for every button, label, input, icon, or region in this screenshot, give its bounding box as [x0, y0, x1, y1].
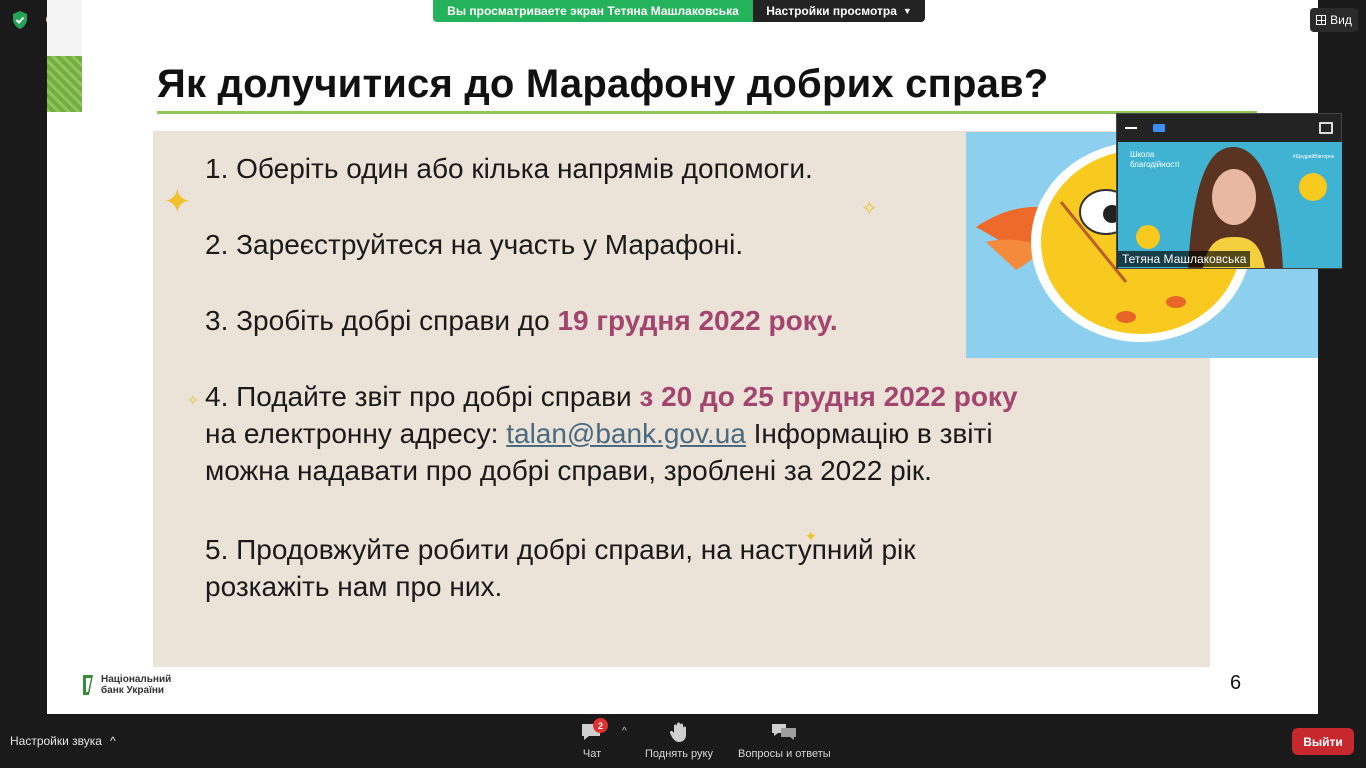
green-pattern-decoration [47, 56, 82, 112]
view-button-label: Вид [1330, 13, 1352, 27]
chat-label: Чат [582, 748, 602, 760]
chat-badge: 2 [593, 718, 608, 733]
qa-button[interactable]: Вопросы и ответы [738, 720, 831, 760]
raise-hand-button[interactable]: Поднять руку [645, 720, 713, 760]
chevron-up-icon[interactable]: ^ [622, 726, 627, 737]
step-4-dates: з 20 до 25 грудня 2022 року [639, 381, 1018, 412]
participant-name-tag: Тетяна Машлаковська [1118, 251, 1251, 267]
step-5: 5. Продовжуйте робити добрі справи, на н… [205, 531, 916, 605]
step-3-text: 3. Зробіть добрі справи до [205, 305, 558, 336]
participant-avatar-icon [1136, 147, 1327, 268]
chat-button[interactable]: 2 Чат [580, 718, 608, 760]
step-3-deadline: 19 грудня 2022 року. [557, 305, 838, 336]
qa-label: Вопросы и ответы [738, 748, 831, 760]
logo-line-2: банк України [101, 685, 165, 696]
slide-page-number: 6 [1230, 672, 1242, 694]
step-1: 1. Оберіть один або кілька напрямів допо… [205, 153, 813, 184]
video-window-header [1117, 114, 1341, 142]
raise-hand-icon [669, 722, 686, 742]
step-4-info: Інформацію в звіті [745, 418, 993, 449]
view-button[interactable]: Вид [1310, 8, 1358, 32]
logo-line-1: Національний [101, 674, 172, 685]
participant-video-feed: Школа благодійності #ЩедрийВівторок [1118, 142, 1342, 268]
chevron-down-icon: ▼ [902, 6, 912, 16]
raise-hand-label: Поднять руку [645, 748, 713, 760]
title-underline [157, 111, 1257, 114]
email-link[interactable]: talan@bank.gov.ua [506, 418, 746, 449]
step-5-line2: розкажіть нам про них. [205, 571, 503, 602]
view-options-dropdown[interactable]: Настройки просмотра ▼ [753, 0, 925, 22]
expand-icon[interactable] [1319, 122, 1333, 134]
slide-title: Як долучитися до Марафону добрих справ? [157, 62, 1049, 106]
participant-video-window[interactable]: Школа благодійності #ЩедрийВівторок Тетя… [1116, 113, 1342, 269]
slide-corner-decoration [47, 0, 82, 56]
chevron-up-icon: ^ [109, 734, 116, 748]
audio-settings-label: Настройки звука [10, 734, 102, 748]
screen-share-banner: Вы просматриваете экран Тетяна Машлаковс… [433, 0, 753, 22]
sparkle-icon: ✧ [861, 198, 878, 220]
step-4-line3: можна надавати про добрі справи, зроблен… [205, 455, 932, 486]
step-5-line1: 5. Продовжуйте робити добрі справи, на н… [205, 534, 916, 565]
speaker-view-icon[interactable] [1153, 124, 1165, 132]
sparkle-icon: ✧ [187, 392, 199, 408]
minimize-icon[interactable] [1125, 127, 1137, 129]
shield-icon[interactable] [10, 10, 30, 30]
sparkle-icon: ✦ [163, 183, 192, 221]
step-3: 3. Зробіть добрі справи до 19 грудня 202… [205, 302, 838, 339]
meeting-toolbar: Настройки звука ^ 2 Чат ^ Поднять руку В… [0, 714, 1366, 768]
grid-icon [1316, 15, 1327, 25]
view-options-label: Настройки просмотра [766, 4, 897, 18]
qa-icon [772, 724, 797, 740]
zoom-meeting-window: Як долучитися до Марафону добрих справ? … [0, 0, 1366, 768]
step-4: 4. Подайте звіт про добрі справи з 20 до… [205, 378, 1165, 489]
shared-screen-slide: Як долучитися до Марафону добрих справ? … [47, 0, 1318, 714]
leave-meeting-button[interactable]: Выйти [1292, 728, 1354, 755]
step-4-text: 4. Подайте звіт про добрі справи [205, 381, 640, 412]
audio-settings-button[interactable]: Настройки звука ^ [10, 734, 116, 748]
step-4-email-label: на електронну адресу: [205, 418, 507, 449]
nbu-logo-icon [83, 675, 93, 695]
step-2: 2. Зареєструйтеся на участь у Марафоні. [205, 229, 744, 260]
nbu-logo: Національний банк України [81, 674, 171, 696]
